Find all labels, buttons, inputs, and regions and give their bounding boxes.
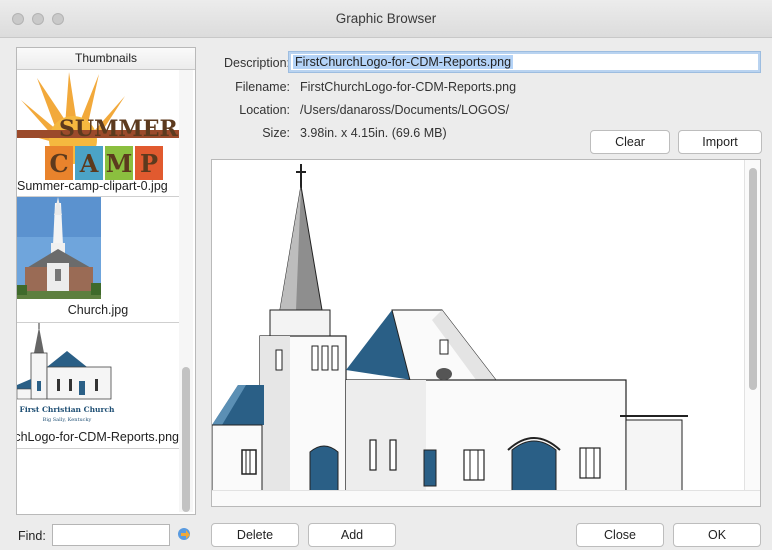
thumbnail-label: Summer-camp-clipart-0.jpg [17,179,168,193]
filename-label: Filename: [235,80,290,94]
delete-button[interactable]: Delete [211,523,299,547]
find-label: Find: [18,529,46,543]
close-button[interactable]: Close [576,523,664,547]
image-preview [211,159,761,507]
thumbnail-divider [17,448,179,449]
thumbnail-label: Church.jpg [67,303,129,317]
preview-vertical-scrollbar[interactable] [744,160,760,492]
church-logo-name: First Christian Church [20,405,115,414]
location-label: Location: [239,103,290,117]
description-value: FirstChurchLogo-for-CDM-Reports.png [293,55,514,69]
find-search-icon[interactable] [176,526,194,544]
camp-letter: M [106,149,133,178]
thumbnails-header: Thumbnails [17,48,195,70]
size-value: 3.98in. x 4.15in. (69.6 MB) [300,126,447,140]
description-label: Description: [224,56,290,70]
camp-letter: A [79,149,99,178]
thumbnails-panel: Thumbnails SUMMER C A M P Summer-camp-cl… [16,47,196,515]
summer-text: SUMMER [59,116,179,142]
thumbnails-scroll-thumb[interactable] [182,367,190,512]
ok-button[interactable]: OK [673,523,761,547]
thumbnail-item[interactable]: First Christian Church Big Sally, Kentuc… [17,323,179,449]
first-church-logo-thumbnail: First Christian Church Big Sally, Kentuc… [17,323,117,427]
thumbnail-item[interactable]: Church.jpg [17,197,179,323]
church-photo-thumbnail [17,197,101,299]
location-value: /Users/danaross/Documents/LOGOS/ [300,103,510,117]
church-preview-image [212,164,688,493]
camp-letter: C [49,149,68,178]
camp-letter: P [140,149,158,178]
add-button[interactable]: Add [308,523,396,547]
import-button[interactable]: Import [678,130,762,154]
preview-horizontal-scrollbar[interactable] [212,490,760,506]
preview-scroll-thumb[interactable] [749,168,757,390]
title-bar: Graphic Browser [0,0,772,38]
window-title: Graphic Browser [335,11,437,26]
size-label: Size: [262,126,290,140]
thumbnail-label: FirstChurchLogo-for-CDM-Reports.png [17,430,179,444]
find-input[interactable] [52,524,170,546]
filename-value: FirstChurchLogo-for-CDM-Reports.png [300,80,517,94]
description-field[interactable]: FirstChurchLogo-for-CDM-Reports.png [288,51,761,73]
thumbnails-list: SUMMER C A M P Summer-camp-clipart-0.jpg [17,70,179,514]
church-logo-location: Big Sally, Kentucky [43,417,92,423]
clear-button[interactable]: Clear [590,130,670,154]
